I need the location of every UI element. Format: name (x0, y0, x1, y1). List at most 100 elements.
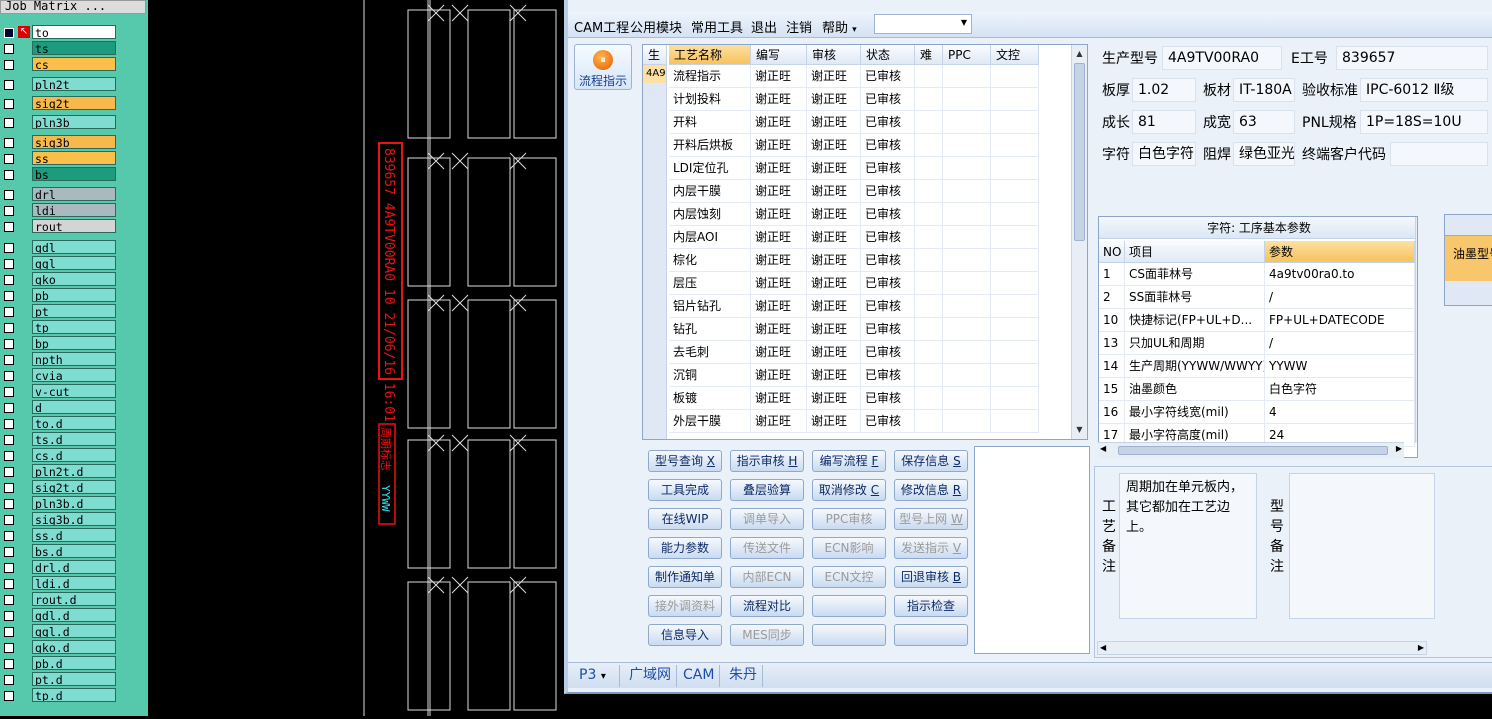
layer-row[interactable]: rout (0, 219, 120, 233)
length-field[interactable]: 81 (1132, 110, 1196, 134)
layer-name[interactable]: gko.d (32, 640, 116, 654)
layer-row[interactable]: pb.d (0, 656, 120, 670)
layer-name[interactable]: cs.d (32, 448, 116, 462)
layer-name[interactable]: pln3b.d (32, 496, 116, 510)
layer-name[interactable]: cs (32, 57, 116, 71)
table-row[interactable]: 沉铜 谢正旺 谢正旺 已审核 (669, 364, 1039, 387)
layer-row[interactable]: cs.d (0, 448, 120, 462)
action-button[interactable]: 发送指示 V (894, 537, 968, 559)
action-button[interactable]: 指示检查 (894, 595, 968, 617)
layer-name[interactable]: gdl.d (32, 608, 116, 622)
menu-common-module[interactable]: 公用模块 (630, 17, 682, 36)
action-button[interactable]: 保存信息 S (894, 450, 968, 472)
table-row[interactable]: 去毛刺 谢正旺 谢正旺 已审核 (669, 341, 1039, 364)
scroll-right-icon[interactable]: ▶ (1396, 444, 1402, 453)
layer-name[interactable]: pt.d (32, 672, 116, 686)
layer-checkbox[interactable] (4, 190, 14, 200)
layer-checkbox[interactable] (4, 547, 14, 557)
action-button[interactable]: 传送文件 (730, 537, 804, 559)
layer-name[interactable]: d (32, 400, 116, 414)
layer-row[interactable]: gko (0, 272, 120, 286)
menu-cam-project[interactable]: CAM工程 (574, 17, 629, 36)
layer-row[interactable]: to.d (0, 416, 120, 430)
action-button[interactable] (894, 624, 968, 646)
layer-name[interactable]: ts (32, 41, 116, 55)
layer-row[interactable]: pln3b.d (0, 496, 120, 510)
layer-name[interactable]: to (32, 25, 116, 39)
layer-name[interactable]: npth (32, 352, 116, 366)
layer-row[interactable]: sig2t.d (0, 480, 120, 494)
action-button[interactable]: 制作通知单 (648, 566, 722, 588)
remarks-horizontal-scrollbar[interactable]: ◀ ▶ (1097, 641, 1427, 655)
table-row[interactable]: 层压 谢正旺 谢正旺 已审核 (669, 272, 1039, 295)
layer-name[interactable]: ss (32, 151, 116, 165)
layer-row[interactable]: drl (0, 187, 120, 201)
layer-name[interactable]: gdl (32, 240, 116, 254)
layer-row[interactable]: tp (0, 320, 120, 334)
layer-name[interactable]: pt (32, 304, 116, 318)
scroll-thumb[interactable] (1118, 446, 1388, 455)
legend-field[interactable]: 白色字符 (1132, 142, 1196, 166)
layer-name[interactable]: rout.d (32, 592, 116, 606)
table-row[interactable]: 2 SS面菲林号 / (1099, 286, 1415, 309)
menu-help[interactable]: 帮助 ▾ (822, 17, 857, 36)
table-row[interactable]: 内层AOI 谢正旺 谢正旺 已审核 (669, 226, 1039, 249)
layer-row[interactable]: pln2t (0, 77, 120, 91)
layer-name[interactable]: sig2t (32, 96, 116, 110)
layer-checkbox[interactable] (4, 138, 14, 148)
layer-row[interactable]: bs (0, 167, 120, 181)
layer-checkbox[interactable] (4, 307, 14, 317)
layer-name[interactable]: pln2t (32, 77, 116, 91)
layer-row[interactable]: cvia (0, 368, 120, 382)
layer-row[interactable]: pt (0, 304, 120, 318)
layer-name[interactable]: bp (32, 336, 116, 350)
layer-name[interactable]: gko (32, 272, 116, 286)
note-box[interactable] (974, 446, 1090, 654)
layer-checkbox[interactable] (4, 259, 14, 269)
layer-name[interactable]: sig3b.d (32, 512, 116, 526)
grid-header-5[interactable]: PPC (943, 45, 991, 65)
layer-checkbox[interactable] (4, 595, 14, 605)
layer-checkbox[interactable] (4, 28, 14, 38)
layer-row[interactable]: sig2t (0, 96, 120, 110)
layer-checkbox[interactable] (4, 467, 14, 477)
action-button[interactable]: 修改信息 R (894, 479, 968, 501)
layer-name[interactable]: sig2t.d (32, 480, 116, 494)
scroll-down-icon[interactable]: ▼ (1072, 423, 1087, 437)
action-button[interactable]: PPC审核 (812, 508, 886, 530)
layer-name[interactable]: tp.d (32, 688, 116, 702)
layer-row[interactable]: ldi.d (0, 576, 120, 590)
layer-row[interactable]: gdl (0, 240, 120, 254)
layer-name[interactable]: drl.d (32, 560, 116, 574)
layer-row[interactable]: ↖ to (0, 25, 120, 39)
layer-row[interactable]: pb (0, 288, 120, 302)
action-button[interactable]: 叠层验算 (730, 479, 804, 501)
grid-left-cell[interactable]: 4A9 (643, 65, 666, 83)
action-button[interactable]: 在线WIP (648, 508, 722, 530)
layer-name[interactable]: ldi (32, 203, 116, 217)
table-row[interactable]: 开料后烘板 谢正旺 谢正旺 已审核 (669, 134, 1039, 157)
layer-name[interactable]: pb.d (32, 656, 116, 670)
width-field[interactable]: 63 (1233, 110, 1295, 134)
scroll-up-icon[interactable]: ▲ (1072, 47, 1087, 61)
layer-checkbox[interactable] (4, 483, 14, 493)
layer-checkbox[interactable] (4, 355, 14, 365)
table-row[interactable]: 13 只加UL和周期 / (1099, 332, 1415, 355)
layer-row[interactable]: drl.d (0, 560, 120, 574)
layer-name[interactable]: ldi.d (32, 576, 116, 590)
table-row[interactable]: 开料 谢正旺 谢正旺 已审核 (669, 111, 1039, 134)
layer-checkbox[interactable] (4, 531, 14, 541)
layer-row[interactable]: pln3b (0, 115, 120, 129)
table-row[interactable]: 钻孔 谢正旺 谢正旺 已审核 (669, 318, 1039, 341)
layer-checkbox[interactable] (4, 170, 14, 180)
layer-name[interactable]: tp (32, 320, 116, 334)
action-button[interactable]: 编写流程 F (812, 450, 886, 472)
table-row[interactable]: LDI定位孔 谢正旺 谢正旺 已审核 (669, 157, 1039, 180)
layer-name[interactable]: pln2t.d (32, 464, 116, 478)
menu-logout[interactable]: 注销 (786, 17, 812, 36)
param-horizontal-scrollbar[interactable]: ◀ ▶ (1098, 442, 1404, 458)
layer-checkbox[interactable] (4, 339, 14, 349)
action-button[interactable]: 能力参数 (648, 537, 722, 559)
table-row[interactable]: 铝片钻孔 谢正旺 谢正旺 已审核 (669, 295, 1039, 318)
layer-checkbox[interactable] (4, 579, 14, 589)
